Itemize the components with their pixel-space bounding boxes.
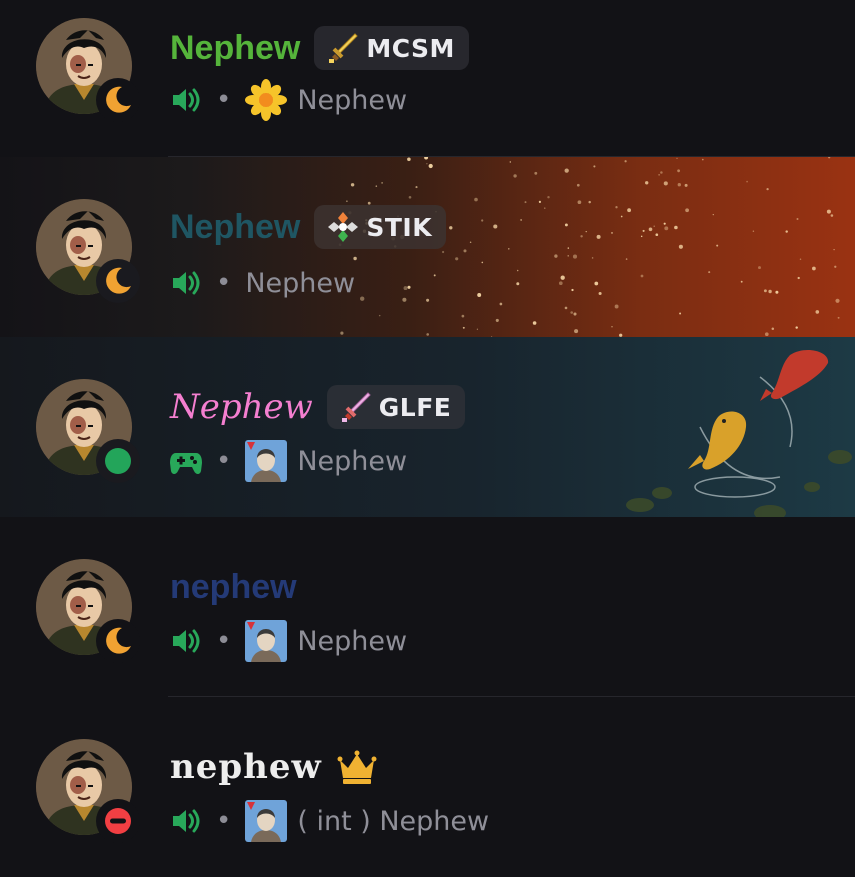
golden-sword-icon <box>329 33 359 63</box>
separator-dot: • <box>216 626 232 656</box>
character-portrait-icon <box>245 620 287 662</box>
avatar[interactable] <box>36 18 140 122</box>
separator-dot: • <box>216 85 232 115</box>
tag-label: GLFE <box>378 392 452 422</box>
status-line: • Nephew <box>170 619 407 663</box>
custom-status-text: Nephew <box>245 267 356 299</box>
name-line: Nephew STIK <box>170 203 447 251</box>
voice-speaker-icon <box>170 805 202 837</box>
member-row[interactable]: nephew • Nephew <box>0 517 855 697</box>
custom-status-text: Nephew <box>297 625 408 657</box>
separator-dot: • <box>216 446 232 476</box>
avatar[interactable] <box>36 199 140 303</box>
custom-status-text: ( int ) Nephew <box>297 805 490 837</box>
member-name[interactable]: nephew <box>170 565 297 609</box>
pink-sword-icon <box>341 392 371 422</box>
tag-label: MCSM <box>366 33 455 63</box>
crown-icon <box>337 750 377 784</box>
member-row[interactable]: Nephew STIK • Nephew <box>0 157 855 337</box>
member-name[interactable]: Nephew <box>170 26 300 70</box>
member-row[interactable]: Nephew MCSM • Nephew <box>0 0 855 180</box>
character-portrait-icon <box>245 800 287 842</box>
idle-status-icon <box>96 259 140 303</box>
custom-status-text: Nephew <box>297 445 408 477</box>
idle-status-icon <box>96 78 140 122</box>
status-line: • Nephew <box>170 439 407 483</box>
tag-label: STIK <box>366 212 433 242</box>
status-line: • Nephew <box>170 261 355 305</box>
member-name[interactable]: Nephew <box>170 385 313 429</box>
member-row[interactable]: Nephew GLFE • Nephew <box>0 337 855 517</box>
voice-speaker-icon <box>170 625 202 657</box>
separator-dot: • <box>216 806 232 836</box>
idle-status-icon <box>96 619 140 663</box>
cross-gem-icon <box>328 212 359 242</box>
status-line: • Nephew <box>170 78 407 122</box>
avatar[interactable] <box>36 559 140 663</box>
status-line: • ( int ) Nephew <box>170 799 489 843</box>
member-name[interactable]: Nephew <box>170 205 300 249</box>
avatar[interactable] <box>36 739 140 843</box>
character-portrait-icon <box>245 440 287 482</box>
name-line: nephew <box>170 563 297 611</box>
member-row[interactable]: nephew • ( int ) Nephew <box>0 697 855 877</box>
do-not-disturb-status-icon <box>96 799 140 843</box>
separator-dot: • <box>216 268 232 298</box>
member-name[interactable]: nephew <box>170 745 322 789</box>
custom-status-text: Nephew <box>297 84 408 116</box>
server-tag[interactable]: STIK <box>314 205 447 249</box>
avatar[interactable] <box>36 379 140 483</box>
voice-speaker-icon <box>170 84 202 116</box>
server-tag[interactable]: MCSM <box>314 26 469 70</box>
name-line: nephew <box>170 743 378 791</box>
name-line: Nephew GLFE <box>170 383 466 431</box>
voice-speaker-icon <box>170 267 202 299</box>
online-status-icon <box>96 439 140 483</box>
game-controller-icon <box>170 453 202 474</box>
member-list: Nephew MCSM • Nephew Nephew STIK • Nephe… <box>0 0 855 863</box>
server-tag[interactable]: GLFE <box>326 385 466 429</box>
sunflower-icon <box>245 79 288 121</box>
name-line: Nephew MCSM <box>170 24 469 72</box>
